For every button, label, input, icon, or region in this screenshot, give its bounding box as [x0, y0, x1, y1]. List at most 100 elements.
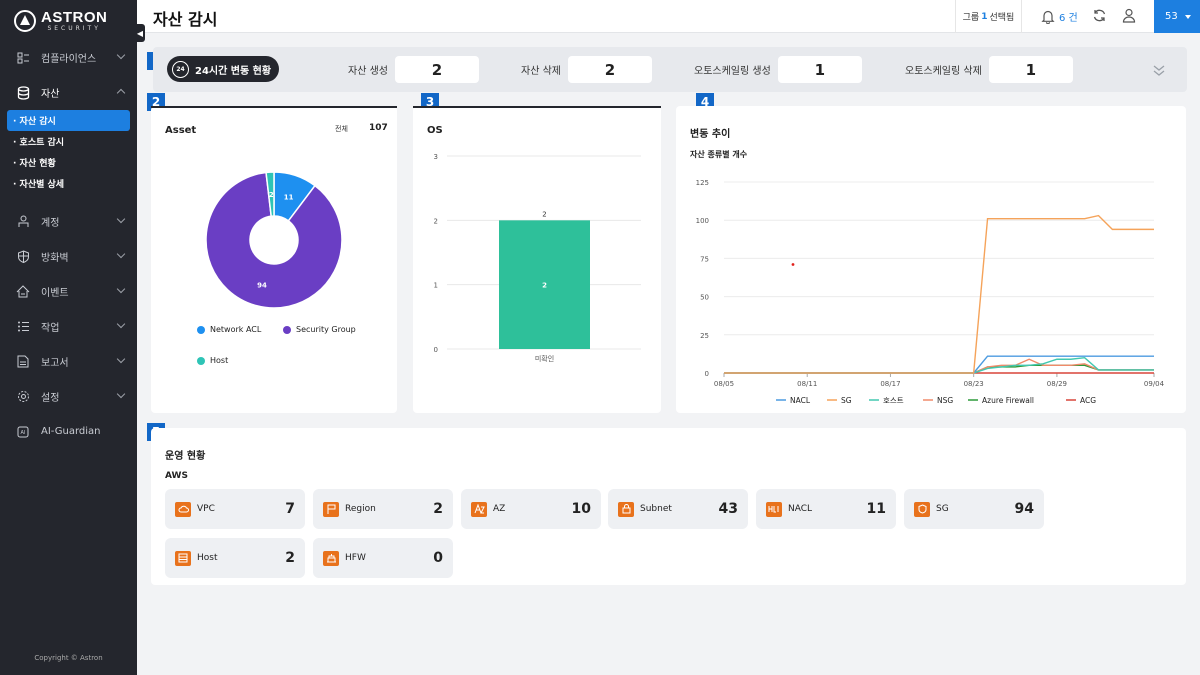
sidebar-item-account[interactable]: 계정: [0, 204, 137, 239]
sidebar-item-label: 이벤트: [41, 288, 69, 299]
asset-submenu: · 자산 감시 · 호스트 감시 · 자산 현황 · 자산별 상세: [0, 110, 137, 194]
pill-label: 24시간 변동 현황: [195, 65, 272, 77]
chevron-down-icon: [116, 214, 126, 224]
legend-swatch: [197, 325, 205, 334]
asset-total-label: 전체: [335, 125, 348, 133]
sidebar-item-report[interactable]: 보고서: [0, 344, 137, 379]
astron-logo[interactable]: ASTRON SECURITY: [14, 6, 134, 36]
stat-asset-created: 자산 생성 2: [348, 56, 479, 83]
sidebar-item-compliance[interactable]: 컴플라이언스: [0, 40, 137, 75]
group-prefix: 그룹: [962, 13, 980, 23]
legend-item[interactable]: SG: [827, 396, 852, 405]
stat-value: 1: [988, 56, 1073, 83]
y-tick-label: 0: [434, 346, 438, 354]
x-tick-label: 08/05: [714, 380, 734, 388]
legend-item[interactable]: 호스트: [869, 396, 904, 405]
refresh-icon: [1093, 9, 1106, 22]
az-icon: [471, 501, 487, 517]
brand-tagline: SECURITY: [47, 25, 101, 32]
refresh-button[interactable]: [1092, 8, 1107, 27]
asset-card-title: Asset: [165, 125, 197, 136]
legend-label: Host: [210, 356, 229, 365]
sidebar-item-asset[interactable]: 자산: [0, 75, 137, 110]
x-tick-label: 08/17: [880, 380, 900, 388]
stat-label: 오토스케일링 삭제: [905, 66, 982, 77]
tile-label: NACL: [788, 504, 813, 514]
expand-button[interactable]: [1153, 62, 1165, 81]
y-tick-label: 1: [434, 282, 438, 290]
legend-swatch: [283, 325, 291, 334]
chevron-down-icon: [116, 284, 126, 294]
double-chevron-down-icon: [1153, 65, 1165, 76]
logo-icon: [14, 10, 36, 32]
legend-label: Network ACL: [210, 325, 262, 334]
svg-text:AI: AI: [21, 430, 26, 436]
ops-tile-sg[interactable]: SG 94: [904, 489, 1044, 529]
x-tick-label: 09/04: [1144, 380, 1165, 388]
series-line-0[interactable]: [724, 355, 1154, 374]
bell-icon: [1041, 10, 1055, 24]
chevron-down-icon: [116, 389, 126, 399]
ops-tile-host[interactable]: Host 2: [165, 538, 305, 578]
ops-tile-subnet[interactable]: Subnet 43: [608, 489, 748, 529]
sidebar-subitem-asset-detail[interactable]: · 자산별 상세: [0, 173, 137, 194]
flag-icon: [323, 501, 339, 517]
group-selector[interactable]: 그룹 1 선택됨: [955, 0, 1022, 33]
sidebar-collapse-button[interactable]: ◀: [135, 24, 145, 42]
ops-tile-vpc[interactable]: VPC 7: [165, 489, 305, 529]
sidebar-subitem-host-monitor[interactable]: · 호스트 감시: [0, 131, 137, 152]
asset-card: Asset 전체 107 11 94 2 Network ACL Security …: [151, 106, 397, 413]
sidebar-item-settings[interactable]: 설정: [0, 379, 137, 414]
card-top-line: [151, 106, 397, 108]
ops-tile-region[interactable]: Region 2: [313, 489, 453, 529]
sidebar-subitem-asset-monitor[interactable]: · 자산 감시: [7, 110, 130, 131]
stat-label: 오토스케일링 생성: [694, 66, 771, 77]
sidebar-item-task[interactable]: 작업: [0, 309, 137, 344]
operations-title: 운영 현황: [165, 451, 206, 462]
tile-label: Region: [345, 504, 376, 514]
series-line-1[interactable]: [724, 214, 1154, 374]
24h-changes-pill[interactable]: 24 24시간 변동 현황: [167, 56, 279, 82]
sidebar-subitem-asset-status[interactable]: · 자산 현황: [0, 152, 137, 173]
legend-network-acl[interactable]: Network ACL: [197, 325, 261, 334]
x-tick-label: 08/23: [964, 380, 984, 388]
alerts-count: 6 건: [1059, 13, 1078, 24]
page-title: 자산 감시: [153, 10, 218, 29]
legend-host[interactable]: Host: [197, 356, 228, 365]
legend-item[interactable]: ACG: [1066, 396, 1096, 405]
user-menu-button[interactable]: 53: [1154, 0, 1200, 33]
user-profile-button[interactable]: [1122, 8, 1136, 27]
y-tick-label: 125: [696, 179, 709, 187]
brand-name: ASTRON: [41, 9, 108, 26]
trend-line-chart: 0 25 50 75 100 125 08/05 08/11 08/17 08/23 08/29 09…: [696, 179, 1165, 405]
y-tick-label: 3: [434, 153, 438, 161]
legend-security-group[interactable]: Security Group: [283, 325, 356, 334]
firewall-icon: [323, 550, 339, 566]
tile-value: 2: [433, 501, 443, 517]
sidebar-item-ai-guardian[interactable]: AI AI-Guardian: [0, 414, 137, 449]
ai-icon: AI: [16, 425, 30, 439]
os-card: OS 0 1 2 3 2 2 미확인: [413, 106, 661, 413]
alerts-button[interactable]: 6 건: [1041, 9, 1078, 24]
group-count: 1: [981, 11, 988, 22]
legend-item[interactable]: NSG: [923, 396, 953, 405]
sidebar-item-label: 작업: [41, 323, 60, 334]
ops-tile-az[interactable]: AZ 10: [461, 489, 601, 529]
chevron-down-icon: [116, 354, 126, 364]
legend-item[interactable]: NACL: [776, 396, 811, 405]
ops-tile-hfw[interactable]: HFW 0: [313, 538, 453, 578]
event-icon: [16, 285, 30, 299]
gear-icon: [16, 390, 30, 404]
chevron-up-icon: [116, 88, 126, 98]
tile-label: Subnet: [640, 504, 672, 514]
sidebar-item-firewall[interactable]: 방화벽: [0, 239, 137, 274]
chevron-down-icon: [116, 50, 126, 60]
stat-label: 자산 생성: [348, 66, 388, 77]
legend-item[interactable]: Azure Firewall: [968, 396, 1034, 405]
database-icon: [16, 85, 30, 100]
tile-value: 43: [718, 501, 738, 517]
ops-tile-nacl[interactable]: NACL 11: [756, 489, 896, 529]
sidebar-item-event[interactable]: 이벤트: [0, 274, 137, 309]
tile-label: SG: [936, 504, 949, 514]
provider-label: AWS: [165, 471, 188, 481]
